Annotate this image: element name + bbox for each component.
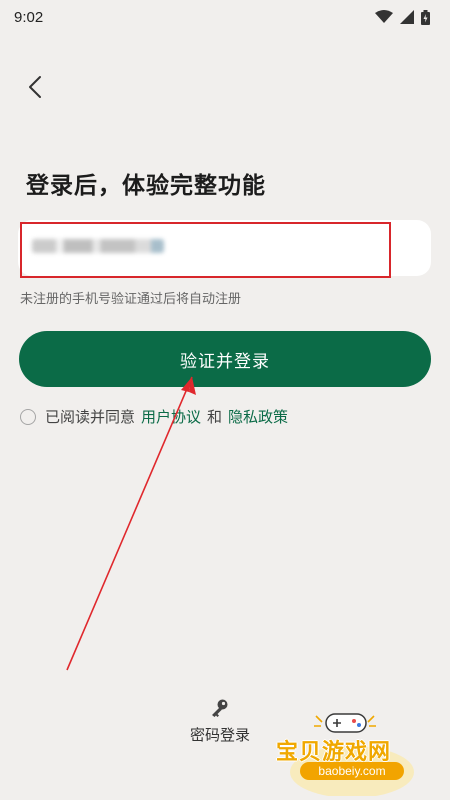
- agree-radio[interactable]: [20, 408, 36, 425]
- agreement-prefix: 已阅读并同意: [45, 408, 136, 426]
- status-bar: 9:02: [0, 0, 450, 34]
- blurred-phone-number: [32, 239, 164, 253]
- password-login-button[interactable]: 密码登录: [178, 698, 262, 756]
- watermark-url: baobeiy.com: [300, 762, 404, 780]
- status-time: 9:02: [14, 8, 44, 26]
- chevron-left-icon: [29, 76, 41, 98]
- verify-login-button[interactable]: 验证并登录: [19, 331, 431, 387]
- key-icon: [212, 699, 228, 717]
- battery-icon: [421, 9, 430, 25]
- gamepad-icon: [290, 713, 414, 796]
- agreement-row: 已阅读并同意 用户协议 和 隐私政策: [20, 406, 288, 427]
- back-button[interactable]: [20, 70, 50, 104]
- wifi-icon: [375, 10, 393, 23]
- agreement-joiner: 和: [207, 408, 223, 426]
- annotation-arrow: [66, 376, 196, 671]
- page-title: 登录后，体验完整功能: [26, 173, 266, 199]
- watermark: 宝贝游戏网 baobeiy.com: [270, 712, 446, 796]
- privacy-policy-link[interactable]: 隐私政策: [228, 406, 288, 427]
- signal-icon: [400, 10, 414, 24]
- password-login-label: 密码登录: [189, 726, 250, 744]
- watermark-title: 宝贝游戏网: [276, 740, 392, 765]
- user-agreement-link[interactable]: 用户协议: [141, 406, 201, 427]
- input-hint: 未注册的手机号验证通过后将自动注册: [20, 292, 242, 307]
- status-icons: [375, 9, 430, 25]
